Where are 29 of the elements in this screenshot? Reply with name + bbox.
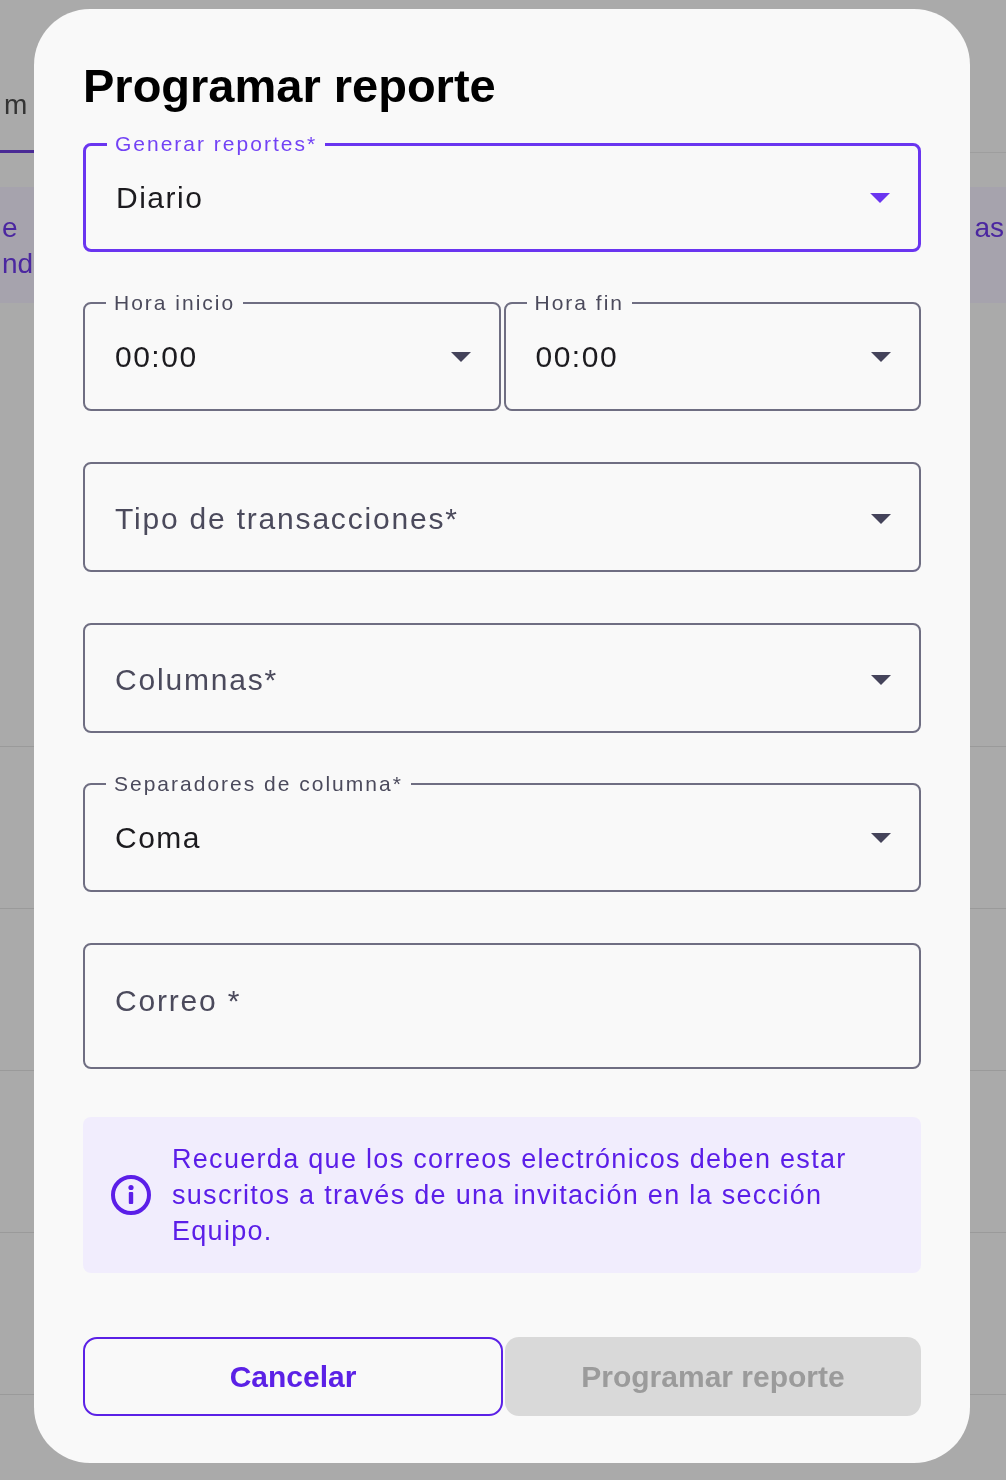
field-label: Hora inicio bbox=[113, 291, 237, 315]
caret-icon bbox=[871, 514, 891, 524]
field-value: 00:00 bbox=[115, 339, 198, 373]
notice-text: Recuerda que los correos electrónicos deben estar suscritos a través de una invitación en la sección Equipo. bbox=[172, 1143, 848, 1248]
select-field[interactable]: Columnas* bbox=[83, 623, 921, 733]
field-label: Separadores de columna* bbox=[113, 772, 404, 796]
caret-icon bbox=[871, 675, 891, 685]
caret-icon bbox=[871, 832, 891, 843]
banner-text: e bbox=[2, 211, 18, 245]
field-value: Diario bbox=[116, 180, 204, 214]
field-value: Coma bbox=[115, 820, 202, 854]
banner-text: as bbox=[974, 211, 1004, 245]
field-label: Tipo de transacciones* bbox=[115, 502, 459, 535]
tab-indicator bbox=[0, 150, 34, 153]
cancel-button[interactable]: Cancelar bbox=[83, 1337, 503, 1416]
field-value: 00:00 bbox=[535, 339, 619, 373]
field-label: Correo * bbox=[115, 984, 242, 1017]
caret-icon bbox=[450, 351, 471, 362]
text-field[interactable]: Correo * bbox=[83, 943, 921, 1069]
select-field[interactable]: Tipo de transacciones* bbox=[83, 462, 921, 572]
field-label: Columnas* bbox=[115, 663, 278, 696]
caret-icon bbox=[871, 351, 891, 362]
tab-label[interactable]: m bbox=[4, 86, 28, 124]
field-label: Hora fin bbox=[533, 291, 626, 315]
dialog-title: Programar reporte bbox=[83, 61, 496, 111]
caret-icon bbox=[870, 192, 890, 203]
field-label: Generar reportes* bbox=[114, 132, 319, 156]
info-icon bbox=[111, 1175, 151, 1215]
banner-text: nd bbox=[2, 247, 34, 281]
